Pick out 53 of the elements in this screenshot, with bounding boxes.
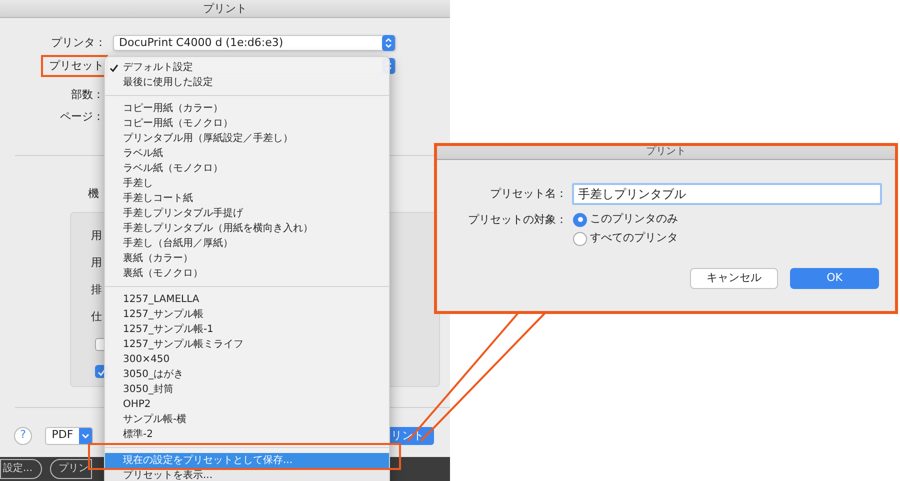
option-label: 仕 (91, 309, 102, 326)
chevron-down-icon (79, 428, 92, 444)
checkmark-icon (109, 62, 119, 72)
option-label: 排 (91, 282, 102, 298)
preset-label: プリセット (49, 58, 104, 74)
menu-item[interactable]: 1257_LAMELLA (105, 292, 389, 307)
menu-item[interactable]: 1257_サンプル帳 (105, 307, 389, 322)
menu-item[interactable]: コピー用紙（カラー） (105, 101, 389, 116)
menu-item[interactable]: 手差しコート紙 (105, 191, 389, 206)
bar-button[interactable]: 設定... (0, 459, 42, 479)
ok-button[interactable]: OK (790, 268, 879, 289)
menu-item[interactable]: ラベル紙 (105, 146, 389, 161)
menu-item[interactable]: 手差し（台紙用／厚紙） (105, 236, 389, 251)
menu-item[interactable]: ラベル紙（モノクロ） (105, 161, 389, 176)
printer-label: プリンタ： (50, 34, 107, 51)
option-label: 用 (91, 255, 102, 272)
help-button[interactable]: ? (14, 426, 32, 444)
menu-item[interactable]: 手差しプリンタブル（用紙を横向き入れ） (105, 221, 389, 236)
copies-label: 部数： (70, 86, 104, 103)
menu-item[interactable]: 手差し (105, 176, 389, 191)
radio-label: このプリンタのみ (590, 211, 678, 228)
menu-item[interactable]: プリセットを表示... (105, 468, 389, 481)
menu-item[interactable]: 3050_はがき (105, 367, 389, 382)
stepper-icon (382, 35, 395, 51)
menu-item[interactable]: 手差しプリンタブル手提げ (105, 206, 389, 221)
menu-item[interactable]: デフォルト設定 (105, 60, 389, 75)
menu-item[interactable]: 標準-2 (105, 427, 389, 442)
menu-item[interactable]: サンプル帳-横 (105, 412, 389, 427)
menu-item[interactable]: プリンタブル用（厚紙設定／手差し） (105, 131, 389, 146)
menu-item[interactable]: 1257_サンプル帳ミライフ (105, 337, 389, 352)
menu-item[interactable]: 最後に使用した設定 (105, 75, 389, 90)
bar-button[interactable]: プリン (50, 459, 92, 479)
menu-item[interactable]: 300×450 (105, 352, 389, 367)
menu-item[interactable]: 裏紙（モノクロ） (105, 266, 389, 281)
preset-name-label: プリセット名： (489, 186, 567, 202)
menu-item[interactable]: OHP2 (105, 397, 389, 412)
radio-button[interactable] (573, 212, 587, 226)
option-label: 用 (91, 228, 102, 244)
cancel-button[interactable]: キャンセル (690, 268, 778, 289)
radio-label: すべてのプリンタ (590, 230, 678, 246)
menu-item[interactable]: 3050_封筒 (105, 382, 389, 397)
pdf-button[interactable]: PDF (45, 426, 93, 444)
preset-target-label: プリセットの対象： (467, 212, 567, 228)
printer-popup[interactable]: DocuPrint C4000 d (1e:d6:e3) (113, 35, 396, 51)
menu-item[interactable]: コピー用紙（モノクロ） (105, 116, 389, 131)
section-label: 機 (88, 186, 99, 202)
radio-button[interactable] (573, 232, 587, 246)
window-title: プリント (437, 146, 895, 160)
menu-item[interactable]: 裏紙（カラー） (105, 251, 389, 266)
pages-label: ページ： (59, 108, 104, 125)
menu-item[interactable]: 1257_サンプル帳-1 (105, 322, 389, 337)
preset-name-field[interactable]: 手差しプリンタブル (572, 183, 882, 205)
window-title: プリント (0, 0, 450, 18)
